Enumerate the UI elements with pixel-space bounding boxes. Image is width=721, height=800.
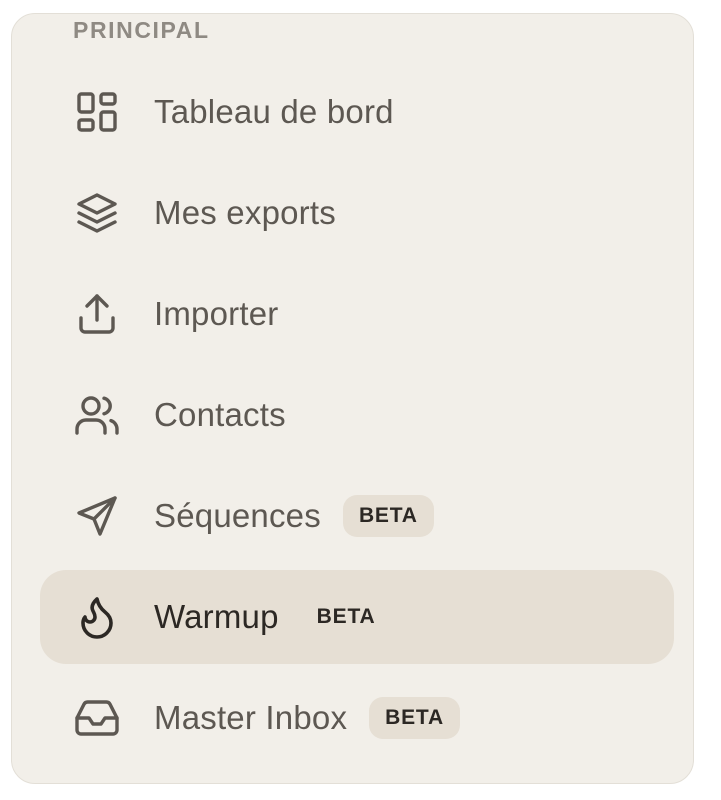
sidebar-item-label: Séquences (154, 497, 321, 534)
beta-badge: BETA (342, 495, 434, 537)
sidebar-item-label: Importer (154, 295, 279, 332)
send-plane-icon (73, 492, 121, 540)
users-icon (73, 391, 121, 439)
inbox-tray-icon (73, 694, 121, 742)
sidebar-item-warmup[interactable]: Warmup BETA (40, 570, 674, 664)
sidebar-item-import[interactable]: Importer (40, 267, 674, 361)
flame-icon (73, 593, 121, 641)
sidebar-item-label: Contacts (154, 396, 286, 433)
nav-list: Tableau de bord Mes exports Importer Con… (40, 65, 674, 772)
dashboard-grid-icon (73, 88, 121, 136)
layers-stack-icon (73, 189, 121, 237)
sidebar-item-label: Mes exports (154, 194, 336, 231)
section-label: PRINCIPAL (73, 17, 210, 43)
sidebar-item-label: Master Inbox (154, 699, 348, 736)
sidebar-item-contacts[interactable]: Contacts (40, 368, 674, 462)
upload-icon (73, 290, 121, 338)
sidebar-item-exports[interactable]: Mes exports (40, 166, 674, 260)
sidebar-item-dashboard[interactable]: Tableau de bord (40, 65, 674, 159)
sidebar-item-master-inbox[interactable]: Master Inbox BETA (40, 671, 674, 765)
beta-badge: BETA (316, 605, 376, 628)
sidebar-item-sequences[interactable]: Séquences BETA (40, 469, 674, 563)
sidebar-item-label: Tableau de bord (154, 93, 394, 130)
sidebar-item-label: Warmup (154, 598, 279, 635)
beta-badge: BETA (369, 697, 460, 739)
sidebar-panel: PRINCIPAL Tableau de bord Mes exports Im… (11, 13, 694, 784)
